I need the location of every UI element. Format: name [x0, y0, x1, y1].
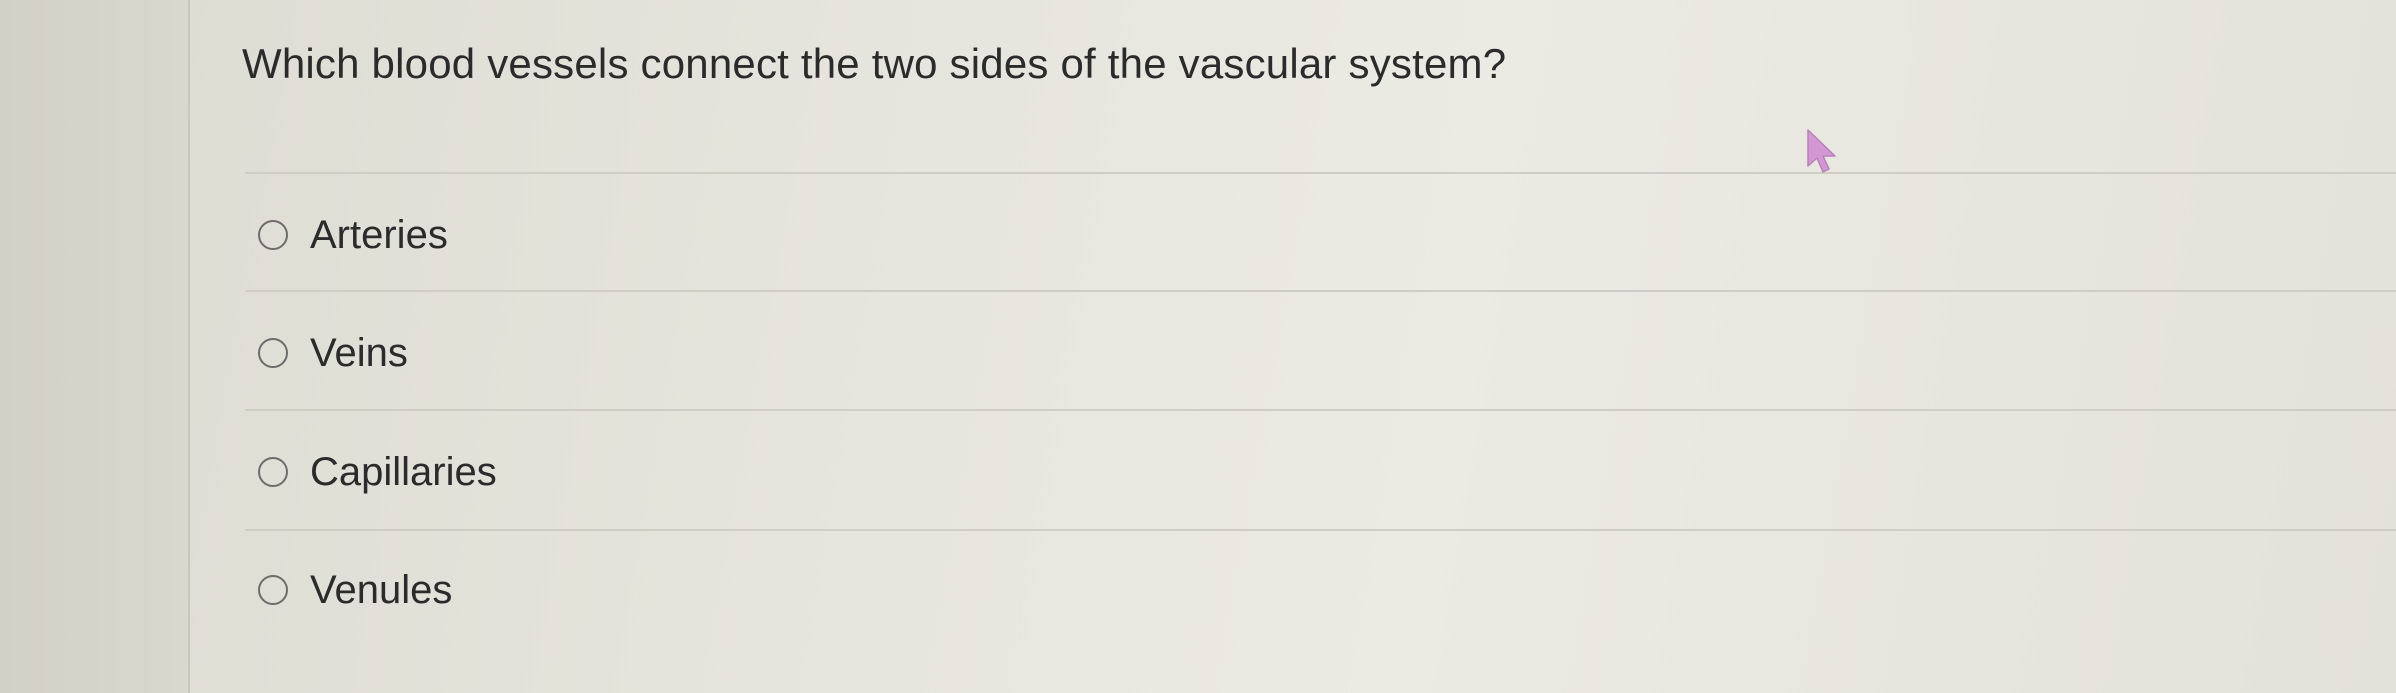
option-label: Venules	[310, 567, 453, 612]
radio-unselected-icon[interactable]	[258, 220, 288, 250]
radio-unselected-icon[interactable]	[258, 575, 288, 605]
question-text: Which blood vessels connect the two side…	[242, 40, 1507, 87]
option-label: Arteries	[310, 212, 448, 257]
option-veins[interactable]: Veins	[258, 328, 408, 378]
option-divider	[245, 529, 2396, 531]
option-divider	[245, 290, 2396, 292]
question-panel: Which blood vessels connect the two side…	[190, 0, 2396, 693]
radio-unselected-icon[interactable]	[258, 338, 288, 368]
option-label: Veins	[310, 330, 408, 375]
mouse-pointer-icon	[1807, 129, 1836, 173]
option-label: Capillaries	[310, 449, 497, 494]
option-divider	[245, 409, 2396, 411]
left-gutter	[0, 0, 190, 693]
question-divider	[245, 172, 2396, 174]
radio-unselected-icon[interactable]	[258, 457, 288, 487]
option-venules[interactable]: Venules	[258, 565, 452, 615]
option-arteries[interactable]: Arteries	[258, 210, 448, 260]
option-capillaries[interactable]: Capillaries	[258, 447, 497, 497]
